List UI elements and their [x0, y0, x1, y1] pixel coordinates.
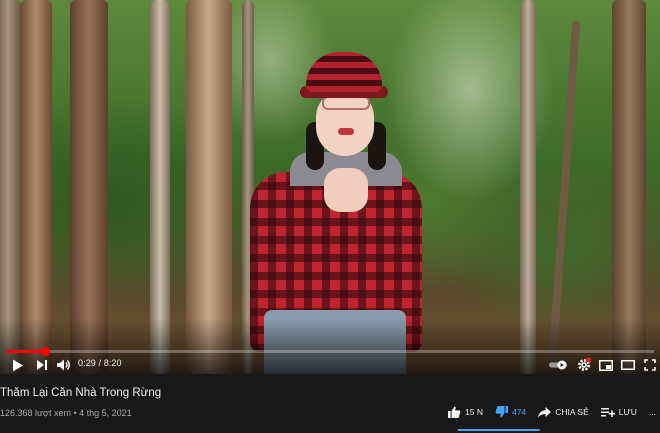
video-frame[interactable]: 0:29 / 8:20: [0, 0, 660, 374]
share-label: CHIA SẺ: [555, 407, 589, 417]
play-icon: [13, 359, 23, 371]
dislike-count: 474: [512, 407, 527, 417]
next-icon: [37, 360, 47, 370]
volume-icon: [57, 359, 70, 371]
glasses: [322, 96, 370, 110]
volume-button[interactable]: [56, 356, 72, 374]
next-button[interactable]: [34, 356, 50, 374]
fullscreen-button[interactable]: [642, 356, 658, 374]
miniplayer-button[interactable]: [598, 356, 614, 374]
like-count: 15 N: [465, 407, 484, 417]
hd-badge: [585, 358, 591, 362]
rating-bar: [458, 429, 540, 431]
more-actions-button[interactable]: ...: [649, 407, 656, 417]
settings-button[interactable]: [576, 356, 592, 374]
play-button[interactable]: [10, 356, 26, 374]
clasped-hands: [324, 168, 368, 212]
time-current: 0:29: [78, 358, 96, 368]
fullscreen-icon: [644, 359, 656, 371]
video-info: Thăm Lại Căn Nhà Trong Rừng 126.368 lượt…: [0, 374, 660, 433]
share-icon: [538, 406, 552, 417]
meta-separator: •: [70, 408, 80, 418]
settings-icon: [578, 358, 591, 371]
time-total: 8:20: [103, 358, 122, 368]
dislike-button[interactable]: 474: [495, 406, 526, 418]
add-to-playlist-icon: [600, 408, 615, 417]
action-bar: 15 N 474 CHIA SẺ LƯU ...: [436, 406, 656, 418]
thumbs-up-icon: [448, 406, 461, 418]
view-count: 126.368 lượt xem: [0, 408, 71, 418]
share-button[interactable]: CHIA SẺ: [538, 406, 589, 418]
lips: [338, 128, 354, 135]
theater-icon: [621, 360, 635, 370]
more-icon: ...: [648, 407, 656, 417]
upload-date: 4 thg 5, 2021: [79, 408, 132, 418]
rating-fill: [458, 429, 538, 431]
autoplay-toggle-icon: [549, 360, 567, 370]
time-separator: /: [95, 358, 104, 368]
like-button[interactable]: 15 N: [448, 406, 483, 418]
progress-fill: [6, 350, 45, 353]
progress-bar[interactable]: [6, 347, 654, 356]
video-title: Thăm Lại Căn Nhà Trong Rừng: [0, 387, 162, 399]
save-label: LƯU: [618, 407, 637, 417]
time-display: 0:29 / 8:20: [78, 358, 122, 368]
miniplayer-icon: [599, 359, 613, 371]
save-button[interactable]: LƯU: [600, 407, 637, 417]
video-meta: 126.368 lượt xem • 4 thg 5, 2021: [0, 408, 132, 418]
bucket-hat: [306, 52, 382, 92]
thumbs-down-icon: [495, 406, 509, 418]
theater-button[interactable]: [620, 356, 636, 374]
autoplay-toggle[interactable]: [549, 356, 569, 374]
scrubber-handle[interactable]: [40, 347, 50, 356]
